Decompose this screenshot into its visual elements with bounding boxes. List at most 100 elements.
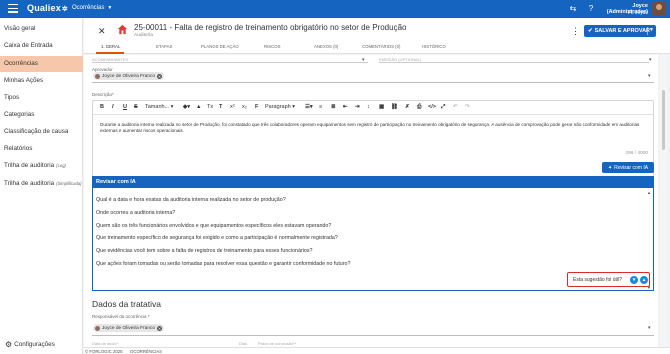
remove-icon[interactable]: ✕ (157, 73, 163, 79)
start-date-label: Data de início* (92, 341, 119, 346)
chevron-down-icon[interactable]: ▼ (649, 27, 654, 33)
code-view-icon[interactable]: </> (428, 104, 436, 110)
ai-review-panel: Revisar com IA Qual é a data e hora exat… (92, 176, 654, 291)
sidebar-item-categorias[interactable]: Categorias (0, 107, 83, 123)
italic-button[interactable]: I (112, 104, 114, 110)
module-selector[interactable]: Ocorrências ▼ (72, 5, 112, 11)
sidebar-item-classificacao-causa[interactable]: Classificação de causa (0, 124, 83, 140)
char-counter: 296 / 4000 (625, 151, 648, 156)
sidebar-item-minhas-acoes[interactable]: Minhas Ações (0, 73, 83, 89)
approver-underline (92, 82, 654, 83)
sidebar-item-trilha-simplificada[interactable]: Trilha de auditoria (Simplificada) (0, 176, 83, 192)
sidebar-item-tipos[interactable]: Tipos (0, 90, 83, 106)
thumbs-up-icon[interactable]: ▲ (640, 276, 648, 284)
sidebar-item-relatorios[interactable]: Relatórios (0, 141, 83, 157)
line-height-icon[interactable]: ↕ (367, 104, 370, 110)
superscript-icon[interactable]: x² (230, 104, 235, 110)
help-icon[interactable]: ? (586, 4, 596, 14)
sidebar-item-trilha-log[interactable]: Trilha de auditoria (Log) (0, 158, 83, 174)
scroll-up-icon[interactable]: ▲ (647, 190, 651, 195)
text-direction-icon[interactable]: T (219, 104, 222, 110)
responsible-underline (92, 335, 654, 336)
page-scroll-thumb[interactable] (662, 90, 665, 150)
revisar-ia-button[interactable]: ✦ Revisar com IA (602, 162, 654, 173)
avatar[interactable] (652, 2, 666, 16)
ai-question: Qual é a data e hora exatas da auditoria… (96, 197, 286, 203)
font-family-icon[interactable]: F (255, 104, 258, 110)
ai-question: Onde ocorreu a auditoria interna? (96, 210, 176, 216)
sidebar-item-ocorrencias[interactable]: Ocorrências (0, 56, 83, 72)
app-logo[interactable]: Qualiex✲ (27, 3, 68, 13)
settings-button[interactable]: ⚙ Configurações (5, 340, 55, 349)
chevron-down-icon[interactable]: ▾ (362, 57, 365, 63)
tab-bar: 1. GERAL ETAPAS PLANOS DE AÇÃO RISCOS AN… (84, 42, 670, 54)
home-icon (117, 24, 128, 35)
description-editor[interactable]: B I U S Tamanh... ▾ ◆▾ ▲ Tx T x² x₂ F Pa… (92, 100, 654, 180)
close-icon[interactable]: ✕ (98, 26, 106, 37)
top-bar: Qualiex✲ Ocorrências ▼ ⇆ ? Joyce (Adminis… (0, 0, 670, 18)
page-title: 25-00011 - Falta de registro de treiname… (134, 23, 407, 32)
sidebar-item-visao-geral[interactable]: Visão geral (0, 21, 83, 37)
feedback-box: Esta sugestão foi útil? ▼ ▲ (567, 272, 650, 287)
outdent-icon[interactable]: ⇤ (343, 104, 348, 110)
tab-planos-acao[interactable]: PLANOS DE AÇÃO (201, 44, 239, 49)
ai-sparkle-icon: ✦ (607, 164, 613, 171)
chevron-down-icon[interactable]: ▾ (648, 325, 651, 331)
fullscreen-icon[interactable]: ⤢ (441, 104, 445, 111)
ordered-list-icon[interactable]: ≡ (319, 104, 322, 110)
table-icon[interactable]: ▦ (379, 104, 384, 110)
page-subtitle: Auditoria (134, 33, 153, 38)
save-approve-button[interactable]: ✔ SALVAR E APROVAR ▼ (584, 25, 656, 37)
strikethrough-button[interactable]: S (134, 104, 138, 110)
undo-icon[interactable]: ↶ (453, 104, 458, 110)
redo-icon[interactable]: ↷ (465, 104, 470, 110)
copyright-text: © FORLOGIC 2025 (85, 349, 123, 354)
sidebar-item-caixa-entrada[interactable]: Caixa de Entrada (0, 38, 83, 54)
deadline-label: Prazo de conclusão** (258, 341, 297, 346)
chevron-down-icon[interactable]: ▾ (649, 57, 652, 63)
remove-format-icon[interactable]: ✗ (405, 104, 410, 110)
subscript-icon[interactable]: x₂ (242, 104, 247, 110)
thumbs-down-icon[interactable]: ▼ (630, 276, 638, 284)
link-icon[interactable]: ⛓ (391, 104, 398, 110)
tab-riscos[interactable]: RISCOS (264, 44, 280, 49)
tab-historico[interactable]: HISTÓRICO (422, 44, 446, 49)
check-icon: ✔ (588, 28, 593, 34)
feedback-label: Esta sugestão foi útil? (573, 277, 622, 283)
paragraph-select[interactable]: Paragraph ▾ (265, 104, 295, 110)
tab-anexos[interactable]: ANEXOS (0) (314, 44, 338, 49)
section-title: Dados da tratativa (92, 299, 161, 309)
chevron-down-icon[interactable]: ▾ (648, 73, 651, 79)
more-options-icon[interactable]: ⋮ (571, 26, 580, 37)
responsible-label: Responsável da ocorrência * (92, 314, 150, 319)
underline-button[interactable]: U (123, 104, 127, 110)
unordered-list-icon[interactable]: ≣ (331, 104, 336, 110)
ai-panel-title: Revisar com IA (93, 177, 653, 188)
responsible-chip[interactable]: Joyce de Oliveira Franco ✕ (93, 324, 165, 332)
approver-chip[interactable]: Joyce de Oliveira Franco ✕ (93, 72, 165, 80)
font-size-select[interactable]: Tamanh... ▾ (145, 104, 173, 110)
tab-comentarios[interactable]: COMENTÁRIOS (0) (362, 44, 400, 49)
form-content: ACOMPANHANTES ▾ EMISSÃO (OPTIONAL) ▾ Apr… (84, 55, 658, 347)
indent-icon[interactable]: ⇥ (355, 104, 360, 110)
gear-icon: ⚙ (5, 340, 13, 349)
description-text[interactable]: Durante a auditoria interna realizada no… (100, 122, 640, 134)
clear-format-icon[interactable]: Tx (207, 104, 213, 110)
tab-geral[interactable]: 1. GERAL (101, 44, 120, 49)
avatar (95, 325, 100, 331)
days-label: Dias (239, 341, 248, 346)
align-icon[interactable]: ☰▾ (305, 104, 313, 110)
bold-button[interactable]: B (100, 104, 104, 110)
font-color-icon[interactable]: ▲ (196, 104, 201, 110)
avatar (95, 73, 100, 79)
notifications-icon[interactable]: ⇆ (568, 4, 578, 14)
editor-toolbar: B I U S Tamanh... ▾ ◆▾ ▲ Tx T x² x₂ F Pa… (93, 101, 653, 115)
faded-field-line-right (379, 62, 649, 63)
tab-etapas[interactable]: ETAPAS (156, 44, 172, 49)
faded-field-line-left (92, 62, 368, 63)
remove-icon[interactable]: ✕ (157, 325, 163, 331)
print-icon[interactable]: ⎙ (417, 104, 421, 111)
highlight-color-button[interactable]: ◆▾ (183, 104, 190, 110)
menu-icon[interactable] (8, 4, 18, 14)
ai-question: Que ações foram tomadas ou serão tomadas… (96, 261, 351, 267)
